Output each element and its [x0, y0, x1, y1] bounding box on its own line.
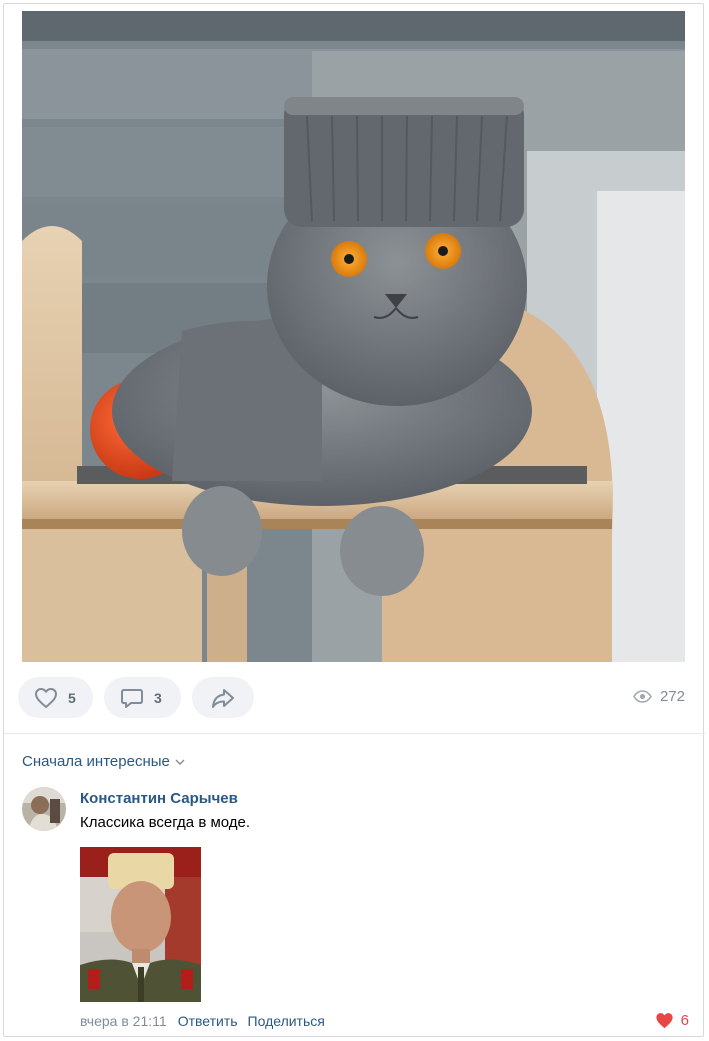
avatar-image: [22, 787, 66, 831]
comment-author-link[interactable]: Константин Сарычев: [80, 790, 238, 807]
share-link[interactable]: Поделиться: [248, 1013, 325, 1029]
views-counter: 272: [633, 688, 685, 705]
comment-text: Классика всегда в моде.: [80, 814, 251, 831]
like-button[interactable]: 5: [18, 677, 93, 718]
views-count: 272: [659, 688, 685, 705]
comments-sort-dropdown[interactable]: Сначала интересные: [22, 753, 185, 770]
comment-icon: [121, 688, 143, 708]
post-photo[interactable]: [22, 11, 685, 662]
comment-attachment-photo[interactable]: [80, 847, 201, 1002]
comment-time[interactable]: вчера в 21:11: [80, 1013, 167, 1029]
man-portrait-illustration: [80, 847, 201, 1002]
like-count: 5: [68, 689, 76, 706]
heart-outline-icon: [35, 687, 57, 708]
cat-photo-illustration: [22, 11, 685, 662]
reply-link[interactable]: Ответить: [178, 1013, 238, 1029]
share-arrow-icon: [212, 688, 234, 708]
divider: [4, 733, 705, 734]
eye-icon: [633, 690, 652, 703]
comment-like-button[interactable]: 6: [655, 1012, 689, 1029]
chevron-down-icon: [175, 759, 185, 765]
avatar[interactable]: [22, 787, 66, 831]
post-actions-bar: 5 3 272: [18, 677, 686, 719]
comment-count: 3: [154, 689, 162, 706]
sort-label: Сначала интересные: [22, 753, 170, 770]
comment-button[interactable]: 3: [104, 677, 181, 718]
comment-like-count: 6: [680, 1012, 689, 1029]
share-button[interactable]: [192, 677, 254, 718]
heart-filled-icon: [656, 1013, 673, 1029]
comment-meta: вчера в 21:11 Ответить Поделиться: [80, 1013, 335, 1029]
